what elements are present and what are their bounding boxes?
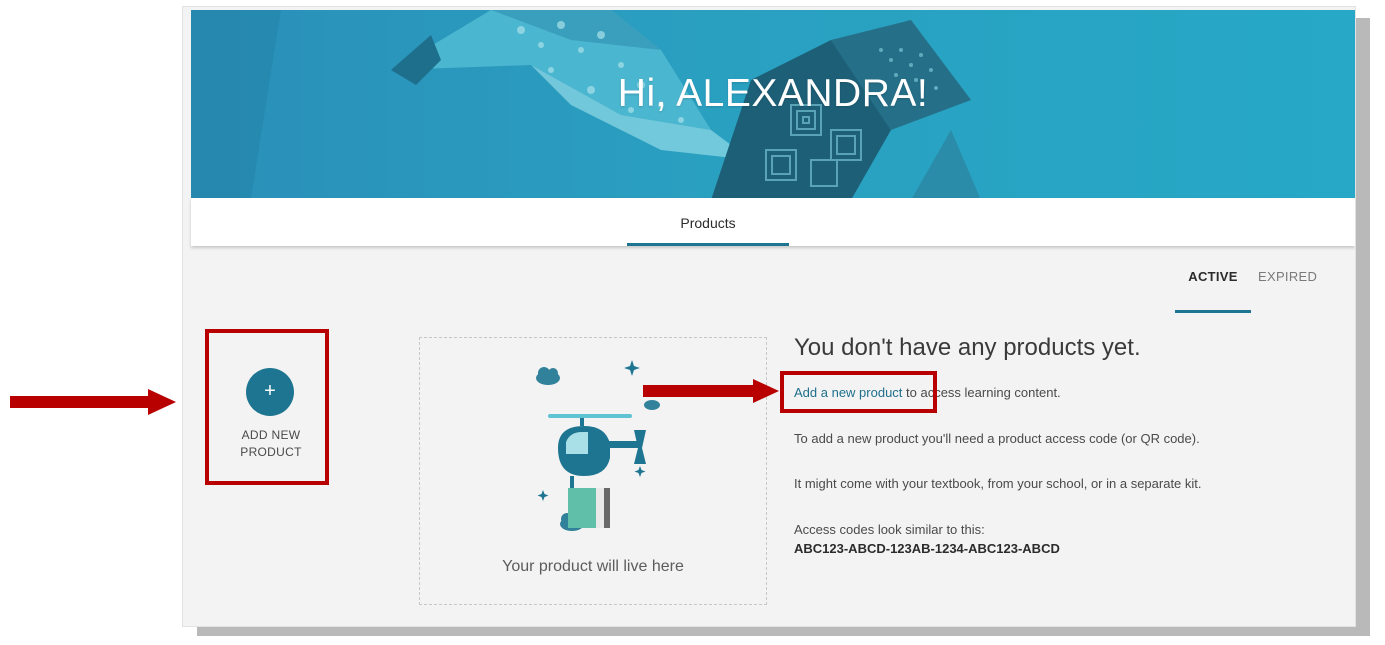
empty-state-title: You don't have any products yet. [794, 334, 1141, 361]
annotation-arrow-middle [643, 379, 779, 403]
product-placeholder: Your product will live here [419, 337, 767, 605]
placeholder-text: Your product will live here [502, 558, 684, 575]
greeting-heading: Hi, ALEXANDRA! [617, 72, 929, 115]
add-product-button[interactable]: + [246, 368, 294, 416]
empty-state-line3: It might come with your textbook, from y… [794, 476, 1202, 491]
tab-products[interactable]: Products [627, 198, 789, 246]
add-product-label[interactable]: ADD NEW PRODUCT [221, 427, 321, 461]
filter-expired-tab[interactable]: EXPIRED [1258, 267, 1317, 287]
add-product-label-line2: PRODUCT [240, 445, 302, 459]
add-product-label-line1: ADD NEW [241, 428, 301, 442]
annotation-arrow-left [10, 389, 176, 415]
tab-bar: Products [191, 198, 1355, 246]
add-link-highlight [780, 371, 937, 413]
empty-state-line2: To add a new product you'll need a produ… [794, 431, 1200, 446]
hero-banner: Hi, ALEXANDRA! [191, 10, 1355, 198]
dashboard-card: Hi, ALEXANDRA! Products ACTIVE EXPIRED +… [183, 7, 1355, 626]
empty-state-line4: Access codes look similar to this: [794, 522, 985, 537]
plus-icon: + [264, 380, 276, 402]
filter-active-tab[interactable]: ACTIVE [1175, 267, 1251, 313]
access-code-example: ABC123-ABCD-123AB-1234-ABC123-ABCD [794, 541, 1060, 556]
